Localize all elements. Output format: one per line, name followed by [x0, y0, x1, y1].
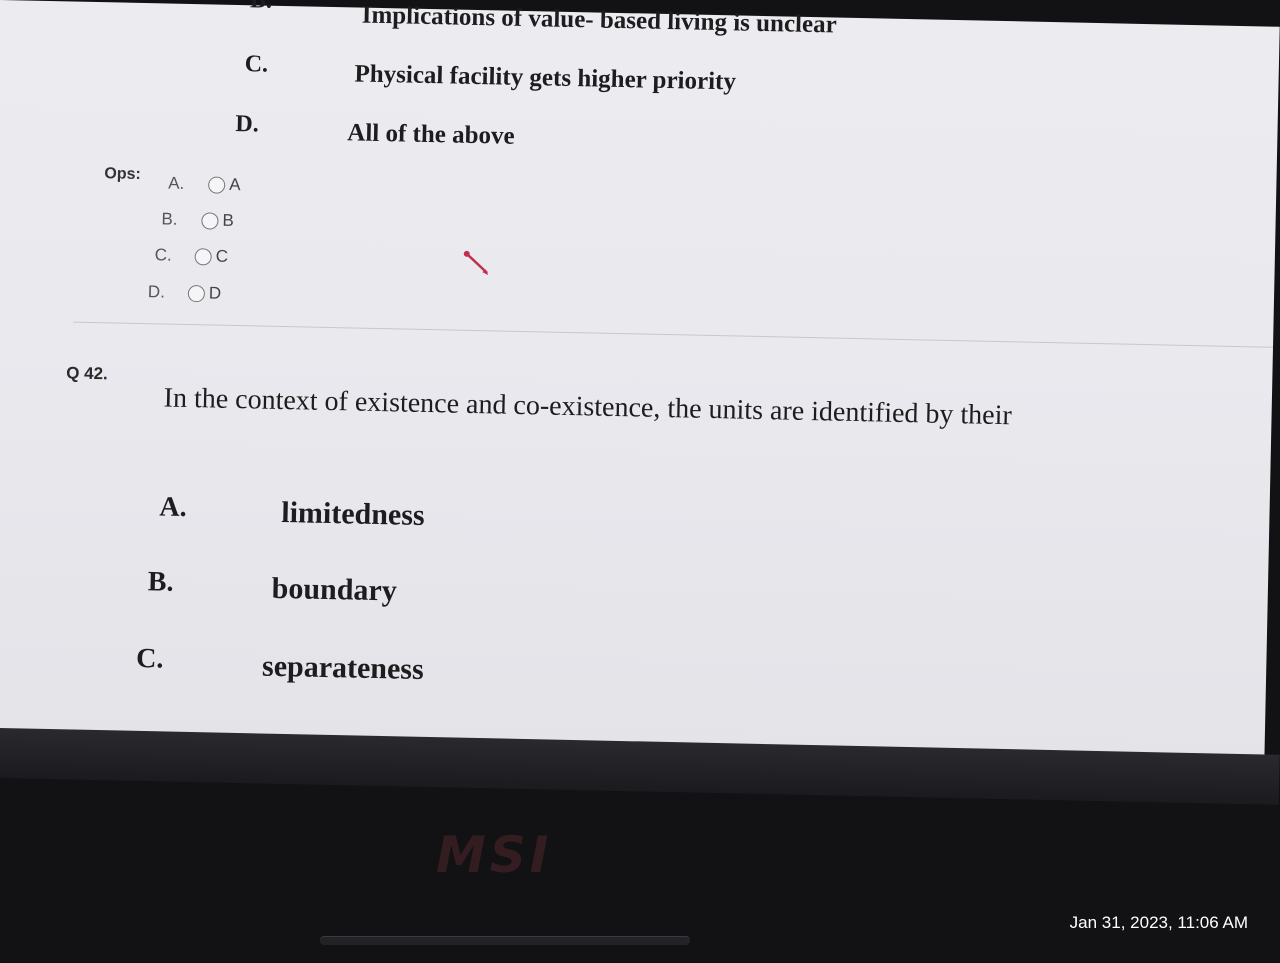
- prev-option-c-letter: C.: [244, 51, 269, 78]
- arrow-cursor-icon: [463, 250, 489, 276]
- option-b-letter: B.: [147, 566, 174, 598]
- radio-button-icon[interactable]: [187, 284, 206, 302]
- ops-option-letter: C.: [154, 245, 172, 265]
- option-a-text: limitedness: [280, 496, 425, 533]
- prev-option-d-text: All of the above: [347, 119, 515, 150]
- option-c-text: separateness: [261, 649, 425, 687]
- ops-option-c[interactable]: C. C: [154, 245, 228, 267]
- prev-option-d-letter: D.: [235, 110, 260, 138]
- question-number: Q 42.: [66, 363, 108, 384]
- laptop-hinge: [320, 936, 690, 945]
- radio-button-icon[interactable]: [194, 247, 212, 265]
- ops-option-letter: B.: [161, 209, 178, 229]
- brand-logo-text: MSI: [436, 826, 553, 884]
- prev-option-b-letter: B.: [249, 0, 273, 14]
- msi-logo: MSI: [436, 826, 606, 886]
- exam-screen: B. Implications of value- based living i…: [0, 0, 1280, 787]
- prev-option-c-text: Physical facility gets higher priority: [354, 60, 737, 96]
- radio-button-icon[interactable]: [208, 175, 226, 194]
- photo-timestamp: Jan 31, 2023, 11:06 AM: [1069, 913, 1248, 932]
- radio-button-icon[interactable]: [201, 211, 219, 230]
- ops-option-b[interactable]: B. B: [161, 209, 234, 231]
- ops-option-value: B: [222, 210, 234, 230]
- ops-option-d[interactable]: D. D: [148, 282, 222, 304]
- ops-option-letter: A.: [168, 173, 185, 193]
- question-divider: [73, 321, 1274, 348]
- option-a-letter: A.: [159, 491, 187, 524]
- ops-option-value: D: [208, 283, 222, 303]
- option-b-text: boundary: [271, 571, 398, 608]
- ops-option-value: A: [228, 174, 241, 195]
- option-c-letter: C.: [135, 643, 164, 675]
- ops-option-a[interactable]: A. A: [168, 174, 241, 196]
- prev-option-b-text: Implications of value- based living is u…: [361, 1, 837, 39]
- ops-label: Ops:: [104, 165, 142, 183]
- question-text: In the context of existence and co-exist…: [163, 382, 1013, 432]
- photo-stage: B. Implications of value- based living i…: [0, 0, 1280, 963]
- ops-option-letter: D.: [147, 282, 166, 302]
- ops-option-value: C: [215, 246, 229, 266]
